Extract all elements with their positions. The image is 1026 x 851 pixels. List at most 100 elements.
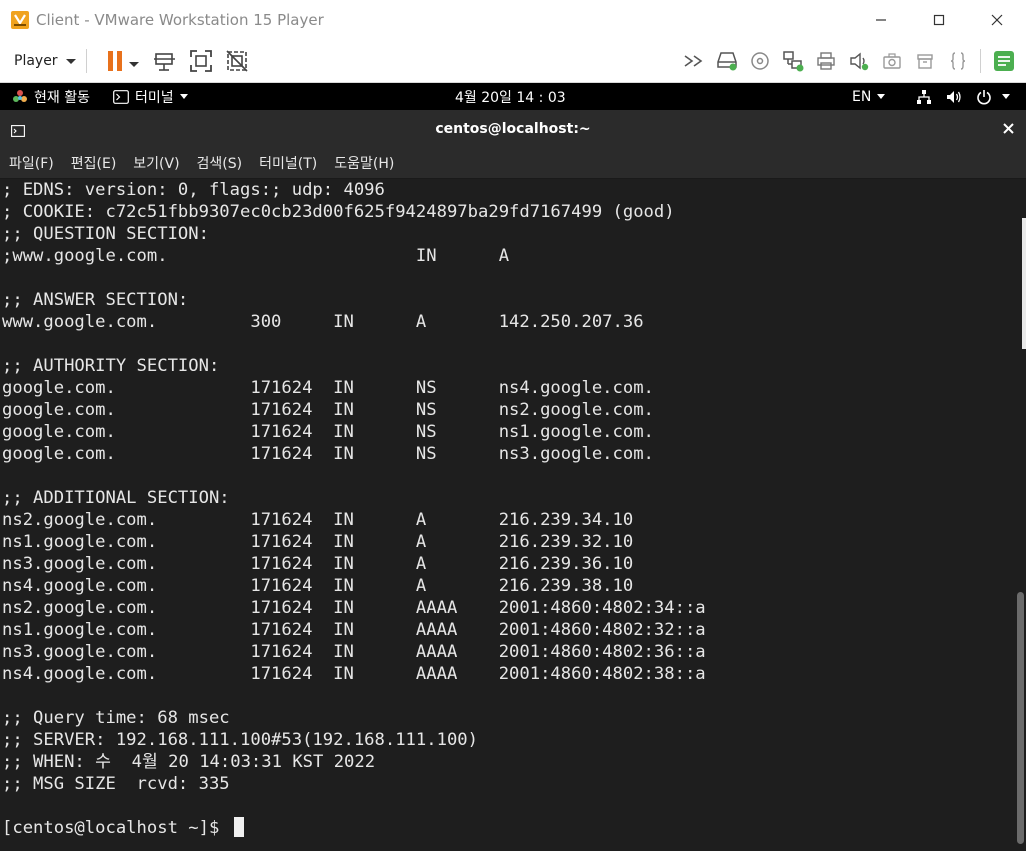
terminal-line: google.com. 171624 IN NS ns2.google.com. xyxy=(2,399,706,421)
terminal-line-text: google.com. 171624 IN NS ns2.google.com. xyxy=(2,400,654,420)
terminal-line-text: ; COOKIE: c72c51fbb9307ec0cb23d00f625f94… xyxy=(2,202,675,222)
show-more-devices-button[interactable] xyxy=(679,47,708,75)
double-chevron-right-icon xyxy=(684,55,702,67)
activities-icon xyxy=(13,89,27,102)
terminal-line-text: ;; WHEN: 수 4월 20 14:03:31 KST 2022 xyxy=(2,752,376,772)
terminal-line-text: [centos@localhost ~]$ xyxy=(2,818,230,838)
terminal-line: google.com. 171624 IN NS ns3.google.com. xyxy=(2,443,706,465)
maximize-icon xyxy=(933,14,945,26)
maximize-button[interactable] xyxy=(910,0,968,40)
removable-device[interactable] xyxy=(910,47,939,75)
close-window-button[interactable] xyxy=(968,0,1026,40)
message-log-button[interactable] xyxy=(989,47,1018,75)
terminal-menu-item[interactable]: 터미널(T) xyxy=(259,153,317,173)
chevron-down-icon xyxy=(877,94,886,99)
hard-disk-icon xyxy=(716,52,737,71)
minimize-icon xyxy=(876,19,886,21)
terminal-close-button[interactable] xyxy=(1003,120,1014,138)
volume-icon xyxy=(947,90,961,103)
camera-device[interactable] xyxy=(877,47,906,75)
terminal-line-text: ;; ANSWER SECTION: xyxy=(2,290,189,310)
unity-mode-button[interactable] xyxy=(223,47,251,75)
terminal-line: ; COOKIE: c72c51fbb9307ec0cb23d00f625f94… xyxy=(2,201,706,223)
terminal-line-text: ns4.google.com. 171624 IN AAAA 2001:4860… xyxy=(2,664,706,684)
system-menu-button[interactable] xyxy=(916,83,1010,110)
clock-button[interactable]: 4월 20일 14 : 03 xyxy=(455,83,566,110)
terminal-line: ns3.google.com. 171624 IN A 216.239.36.1… xyxy=(2,553,706,575)
terminal-line: ; EDNS: version: 0, flags:; udp: 4096 xyxy=(2,179,706,201)
input-language-button[interactable]: EN xyxy=(852,83,886,110)
message-log-icon xyxy=(993,51,1014,71)
terminal-menu-item[interactable]: 편집(E) xyxy=(71,153,117,173)
terminal-line-text: ns3.google.com. 171624 IN AAAA 2001:4860… xyxy=(2,642,706,662)
terminal-scrollbar-thumb[interactable] xyxy=(1017,592,1024,844)
terminal-line: ;www.google.com. IN A xyxy=(2,245,706,267)
gnome-top-bar: 현재 활동 터미널 4월 20일 14 : 03 EN xyxy=(0,83,1026,110)
terminal-menu-item[interactable]: 도움말(H) xyxy=(334,153,394,173)
terminal-icon xyxy=(113,89,129,104)
terminal-line: ;; Query time: 68 msec xyxy=(2,707,706,729)
minimize-button[interactable] xyxy=(852,0,910,40)
terminal-line-text: ;www.google.com. IN A xyxy=(2,246,510,266)
hard-disk-device[interactable] xyxy=(712,47,741,75)
pause-vm-button[interactable] xyxy=(101,47,129,75)
cd-dvd-device[interactable] xyxy=(745,47,774,75)
terminal-line: ns3.google.com. 171624 IN AAAA 2001:4860… xyxy=(2,641,706,663)
close-icon xyxy=(991,14,1003,26)
terminal-line: ;; ADDITIONAL SECTION: xyxy=(2,487,706,509)
network-icon xyxy=(782,51,803,72)
language-label: EN xyxy=(852,88,872,105)
send-ctrl-alt-del-button[interactable] xyxy=(151,47,179,75)
terminal-menu-item[interactable]: 검색(S) xyxy=(197,153,243,173)
app-menu-label: 터미널 xyxy=(135,89,174,106)
pause-dropdown-button[interactable] xyxy=(128,52,139,71)
window-title: Client - VMware Workstation 15 Player xyxy=(36,11,324,29)
sound-card-device[interactable] xyxy=(844,47,873,75)
terminal-line: ;; QUESTION SECTION: xyxy=(2,223,706,245)
terminal-line-text: ns1.google.com. 171624 IN A 216.239.32.1… xyxy=(2,532,634,552)
vmware-logo-icon xyxy=(11,11,29,29)
terminal-line: ;; AUTHORITY SECTION: xyxy=(2,355,706,377)
terminal-output[interactable]: ; EDNS: version: 0, flags:; udp: 4096; C… xyxy=(0,179,1026,851)
curly-brace-icon xyxy=(950,52,965,70)
terminal-line-text: ns2.google.com. 171624 IN A 216.239.34.1… xyxy=(2,510,634,530)
app-menu-button[interactable]: 터미널 xyxy=(113,83,188,110)
terminal-line-text: ns2.google.com. 171624 IN AAAA 2001:4860… xyxy=(2,598,706,618)
terminal-line: ;; SERVER: 192.168.111.100#53(192.168.11… xyxy=(2,729,706,751)
terminal-line: google.com. 171624 IN NS ns4.google.com. xyxy=(2,377,706,399)
window-edge xyxy=(1022,218,1026,349)
terminal-line-text: ;; SERVER: 192.168.111.100#53(192.168.11… xyxy=(2,730,478,750)
terminal-line: ns2.google.com. 171624 IN A 216.239.34.1… xyxy=(2,509,706,531)
terminal-line-text: ;; MSG SIZE rcvd: 335 xyxy=(2,774,230,794)
power-icon xyxy=(977,89,991,104)
vmware-toolbar: Player xyxy=(0,40,1026,83)
terminal-line: ns4.google.com. 171624 IN AAAA 2001:4860… xyxy=(2,663,706,685)
terminal-menu-item[interactable]: 보기(V) xyxy=(133,153,179,173)
player-menu-button[interactable]: Player xyxy=(14,53,76,69)
terminal-line: ns2.google.com. 171624 IN AAAA 2001:4860… xyxy=(2,597,706,619)
terminal-line-text: www.google.com. 300 IN A 142.250.207.36 xyxy=(2,312,644,332)
printer-device[interactable] xyxy=(811,47,840,75)
terminal-text-area[interactable]: ; EDNS: version: 0, flags:; udp: 4096; C… xyxy=(2,179,706,839)
player-menu-label: Player xyxy=(14,53,58,69)
terminal-line-text: ns4.google.com. 171624 IN A 216.239.38.1… xyxy=(2,576,634,596)
send-keys-icon xyxy=(153,53,175,71)
printer-icon xyxy=(816,52,835,70)
toolbar-divider xyxy=(980,49,981,73)
terminal-header-bar: centos@localhost:~ xyxy=(0,110,1026,147)
terminal-line-text: ns3.google.com. 171624 IN A 216.239.36.1… xyxy=(2,554,634,574)
full-screen-button[interactable] xyxy=(187,47,215,75)
terminal-line: ;; ANSWER SECTION: xyxy=(2,289,706,311)
speaker-icon xyxy=(849,52,868,71)
cd-icon xyxy=(750,52,769,70)
activities-button[interactable]: 현재 활동 xyxy=(12,83,90,110)
network-adapter-device[interactable] xyxy=(778,47,807,75)
terminal-menu-item[interactable]: 파일(F) xyxy=(9,153,54,173)
full-screen-icon xyxy=(189,50,212,72)
serial-port-device[interactable] xyxy=(943,47,972,75)
